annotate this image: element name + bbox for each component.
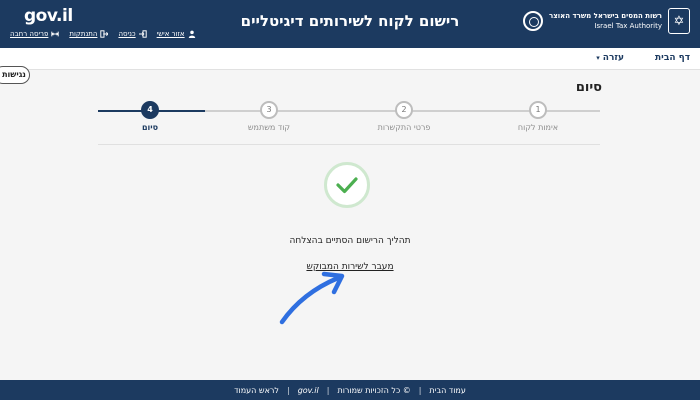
person-icon xyxy=(188,30,195,38)
footer-separator: | xyxy=(326,385,330,395)
progress-stepper: 1 אימות לקוח 2 פרטי התקשרות 3 קוד משתמש … xyxy=(98,100,600,140)
site-header: gov.il אזור אישי כניסה התנתקות פריסה רחב… xyxy=(0,0,700,48)
stepper-divider xyxy=(98,144,600,145)
home-link[interactable]: דף הבית xyxy=(655,53,690,63)
continue-to-service-wrapper: מעבר לשירות המבוקש xyxy=(0,262,700,272)
footer-separator: | xyxy=(286,385,290,395)
wide-layout-label: פריסה רחבה xyxy=(10,30,49,38)
step-number: 3 xyxy=(260,101,278,119)
chevron-down-icon: ▾ xyxy=(596,54,600,62)
secondary-nav: עזרה ▾ דף הבית xyxy=(0,48,700,70)
wide-layout-icon xyxy=(51,31,60,37)
tax-authority-text: רשות המסים בישראל משרד האוצר Israel Tax … xyxy=(549,11,662,31)
step-label: פרטי התקשרות xyxy=(377,123,431,132)
help-label: עזרה xyxy=(602,53,624,63)
step-customer-verification: 1 אימות לקוח xyxy=(493,100,583,132)
success-indicator xyxy=(324,162,370,208)
tax-authority-ring-icon xyxy=(522,11,543,31)
step-contact-details: 2 פרטי התקשרות xyxy=(359,100,449,132)
step-label: קוד משתמש xyxy=(247,123,291,132)
step-number: 1 xyxy=(529,101,547,119)
tax-authority-english: Israel Tax Authority xyxy=(594,22,662,30)
state-emblem-icon: ✡ xyxy=(668,8,690,34)
step-number: 4 xyxy=(141,101,159,119)
footer-separator: | xyxy=(418,385,422,395)
footer-copyright: © כל הזכויות שמורות xyxy=(337,385,411,395)
footer-gov-logo: gov.il xyxy=(297,385,319,395)
step-label: סיום xyxy=(141,123,159,132)
logout-label: התנתקות xyxy=(69,30,98,38)
personal-area-label: אזור אישי xyxy=(156,30,185,38)
step-label: אימות לקוח xyxy=(517,123,559,132)
help-menu[interactable]: עזרה ▾ xyxy=(596,53,624,63)
site-footer: עמוד הבית | © כל הזכויות שמורות | gov.il… xyxy=(0,380,700,400)
top-links: אזור אישי כניסה התנתקות פריסה רחבה xyxy=(10,30,196,38)
login-link[interactable]: כניסה xyxy=(118,30,147,38)
personal-area-link[interactable]: אזור אישי xyxy=(157,30,196,38)
logout-icon xyxy=(100,30,109,38)
success-message: תהליך הרישום הסתיים בהצלחה xyxy=(289,236,411,246)
tax-authority-logo[interactable]: רשות המסים בישראל משרד האוצר Israel Tax … xyxy=(522,8,690,34)
login-label: כניסה xyxy=(118,30,136,38)
step-user-code: 3 קוד משתמש xyxy=(224,100,314,132)
checkmark-icon xyxy=(336,177,358,194)
footer-home-link[interactable]: עמוד הבית xyxy=(429,386,465,395)
back-to-top-link[interactable]: לראש העמוד xyxy=(234,386,279,395)
page-title: סיום xyxy=(575,80,602,95)
annotation-arrow-icon xyxy=(279,271,345,325)
logout-link[interactable]: התנתקות xyxy=(69,30,109,38)
step-number: 2 xyxy=(395,101,413,119)
wide-layout-link[interactable]: פריסה רחבה xyxy=(10,30,60,38)
step-finish: 4 סיום xyxy=(105,100,195,132)
accessibility-button[interactable]: נגישות xyxy=(0,66,30,84)
tax-authority-hebrew: רשות המסים בישראל משרד האוצר xyxy=(548,12,662,20)
login-icon xyxy=(138,30,147,38)
